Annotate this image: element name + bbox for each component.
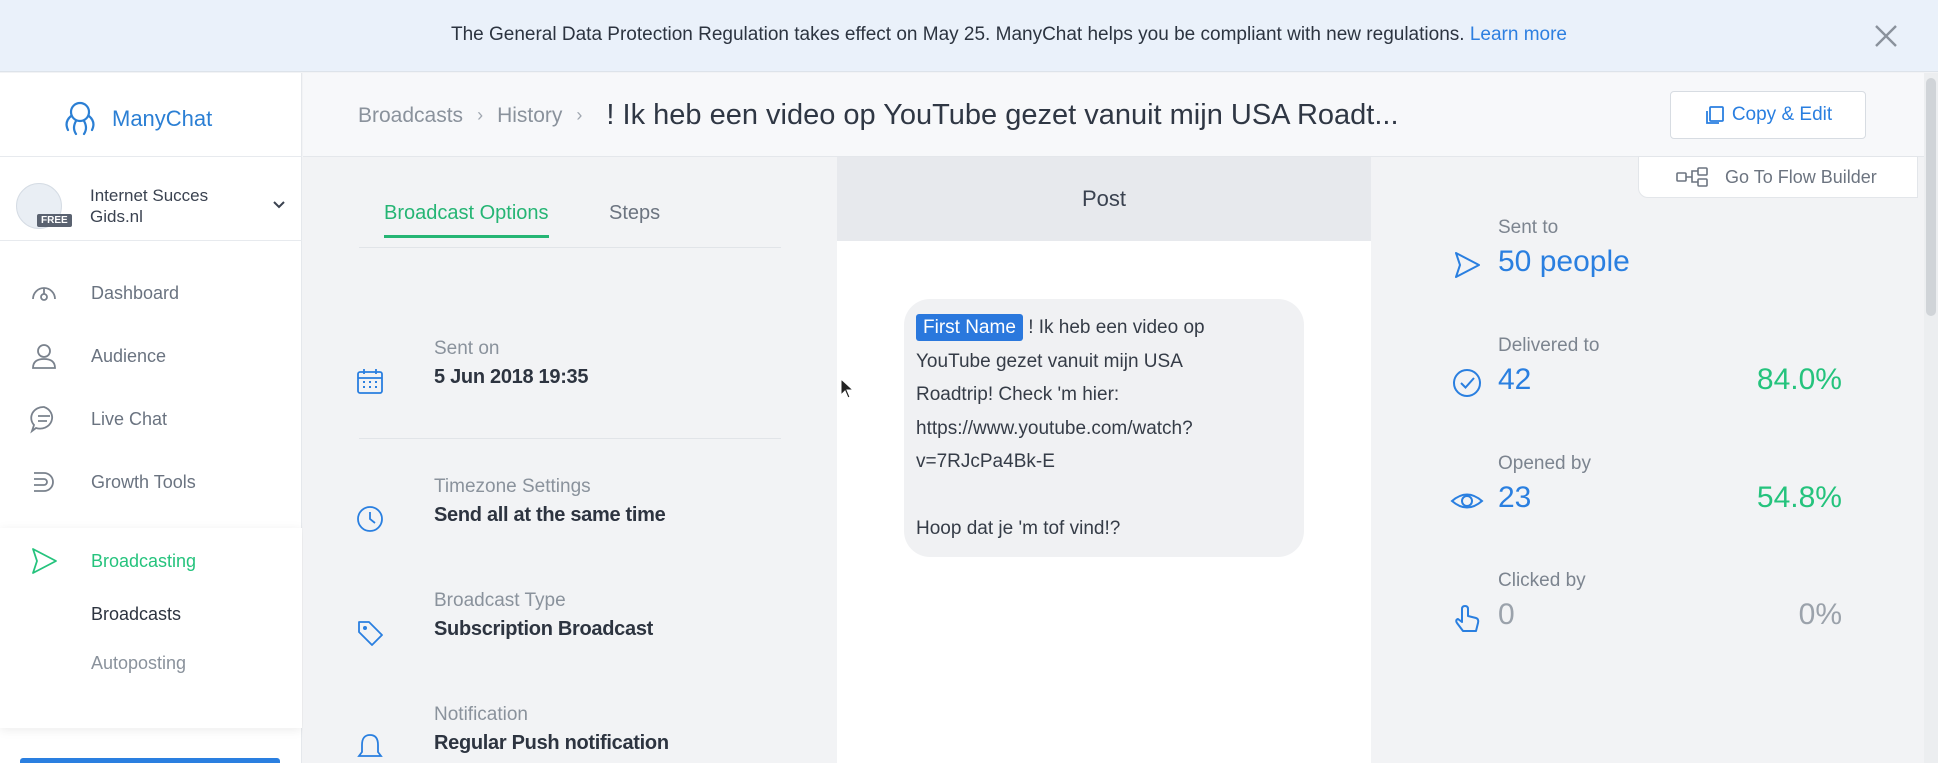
chevron-right-icon: › <box>576 105 583 125</box>
magnet-icon <box>34 472 54 492</box>
account-avatar: FREE <box>16 183 72 229</box>
manychat-logo-icon <box>65 101 95 136</box>
go-to-flow-builder-button[interactable]: Go To Flow Builder <box>1638 156 1918 198</box>
option-value: Regular Push notification <box>434 732 669 754</box>
divider <box>0 156 302 157</box>
user-icon <box>32 344 56 369</box>
option-label: Sent on <box>434 338 500 359</box>
account-switcher[interactable]: FREE Internet Succes Gids.nl <box>16 176 296 236</box>
sidebar: ManyChat FREE Internet Succes Gids.nl Da… <box>0 73 302 763</box>
tab-broadcast-options[interactable]: Broadcast Options <box>384 202 549 238</box>
chevron-right-icon: › <box>477 105 484 125</box>
message-line: ! Ik heb een video op <box>1028 317 1205 338</box>
account-name: Internet Succes Gids.nl <box>90 186 209 226</box>
clock-icon <box>357 506 383 532</box>
nav-label: Broadcasting <box>91 550 197 571</box>
page-title: ! Ik heb een video op YouTube gezet vanu… <box>606 99 1399 131</box>
stat-value: 0 <box>1498 598 1515 631</box>
nav-live-chat[interactable]: Live Chat <box>0 396 302 442</box>
message-line: Hoop dat je 'm tof vind!? <box>916 517 1121 539</box>
stat-percent: 0% <box>1798 598 1842 631</box>
message-line <box>916 479 1292 512</box>
stat-percent: 54.8% <box>1756 481 1842 514</box>
mouse-cursor-icon <box>840 378 854 399</box>
copy-edit-label: Copy & Edit <box>1731 104 1833 125</box>
page-header: Broadcasts › History › ! Ik heb een vide… <box>303 73 1938 157</box>
pointer-click-icon <box>1455 605 1480 632</box>
option-value: Subscription Broadcast <box>434 618 653 640</box>
stat-label: Clicked by <box>1498 570 1586 591</box>
copy-edit-button[interactable]: Copy & Edit <box>1670 91 1866 139</box>
nav-label: Audience <box>91 345 167 366</box>
chevron-down-icon <box>273 201 285 209</box>
nav-dashboard[interactable]: Dashboard <box>0 270 302 316</box>
tab-steps[interactable]: Steps <box>609 202 660 235</box>
broadcast-options-panel: Broadcast Options Steps Sent on 5 Jun 20… <box>303 158 837 763</box>
learn-more-link[interactable]: Learn more <box>1470 24 1567 45</box>
message-bubble: First Name ! Ik heb een video op YouTube… <box>904 299 1304 557</box>
subnav-autoposting[interactable]: Autoposting <box>91 653 186 674</box>
stat-percent: 84.0% <box>1756 363 1842 396</box>
divider <box>359 438 781 439</box>
logo[interactable]: ManyChat <box>58 97 212 141</box>
breadcrumb-broadcasts[interactable]: Broadcasts <box>358 104 463 128</box>
tag-icon <box>358 621 383 646</box>
stat-value: 50 people <box>1498 245 1630 278</box>
flow-icon <box>1676 167 1708 187</box>
banner-text: The General Data Protection Regulation t… <box>450 24 1465 45</box>
eye-icon <box>1450 493 1484 509</box>
message-line: Roadtrip! Check 'm hier: <box>916 384 1120 405</box>
option-value: Send all at the same time <box>434 504 666 526</box>
message-line: YouTube gezet vanuit mijn USA <box>916 350 1183 372</box>
nav-broadcasting[interactable]: Broadcasting <box>0 538 302 584</box>
post-preview: Post First Name ! Ik heb een video op Yo… <box>837 157 1371 763</box>
nav-label: Live Chat <box>91 408 168 429</box>
send-icon <box>1455 252 1480 278</box>
post-header: Post <box>837 157 1371 241</box>
calendar-icon <box>357 369 383 394</box>
sidebar-action-button[interactable] <box>20 758 280 763</box>
flow-builder-label: Go To Flow Builder <box>1725 166 1877 187</box>
option-label: Broadcast Type <box>434 590 566 611</box>
nav-label: Dashboard <box>91 282 180 303</box>
message-line: v=7RJcPa4Bk-E <box>916 451 1055 472</box>
chat-bubble-icon <box>30 406 53 434</box>
stat-value: 42 <box>1498 363 1532 396</box>
tabs: Broadcast Options Steps <box>359 202 781 248</box>
gauge-icon <box>32 287 56 301</box>
stat-label: Opened by <box>1498 453 1591 474</box>
bell-icon <box>357 734 383 757</box>
breadcrumb-history[interactable]: History <box>497 104 562 128</box>
broadcasting-section: Broadcasting Broadcasts Autoposting <box>0 528 302 728</box>
check-circle-icon <box>1453 369 1481 397</box>
message-line: https://www.youtube.com/watch? <box>916 417 1193 439</box>
close-icon[interactable] <box>1870 20 1902 52</box>
scrollbar-thumb[interactable] <box>1926 78 1936 316</box>
stat-label: Sent to <box>1498 217 1559 238</box>
nav-growth-tools[interactable]: Growth Tools <box>0 459 302 505</box>
banner-message: The General Data Protection Regulation t… <box>0 24 1858 46</box>
nav-audience[interactable]: Audience <box>0 333 302 379</box>
app-window: The General Data Protection Regulation t… <box>0 0 1938 763</box>
option-value: 5 Jun 2018 19:35 <box>434 366 589 388</box>
copy-icon <box>1705 106 1724 124</box>
subnav-broadcasts[interactable]: Broadcasts <box>91 604 181 625</box>
send-icon <box>32 548 57 574</box>
stat-label: Delivered to <box>1498 335 1600 356</box>
plan-badge: FREE <box>37 214 72 227</box>
option-label: Notification <box>434 704 528 725</box>
brand-name: ManyChat <box>112 106 213 131</box>
option-label: Timezone Settings <box>434 476 591 497</box>
breadcrumb: Broadcasts › History › ! Ik heb een vide… <box>358 99 1399 132</box>
nav-label: Growth Tools <box>91 471 196 492</box>
first-name-variable: First Name <box>916 314 1023 341</box>
gdpr-banner: The General Data Protection Regulation t… <box>0 0 1938 72</box>
divider <box>0 240 302 241</box>
stat-value: 23 <box>1498 481 1532 514</box>
